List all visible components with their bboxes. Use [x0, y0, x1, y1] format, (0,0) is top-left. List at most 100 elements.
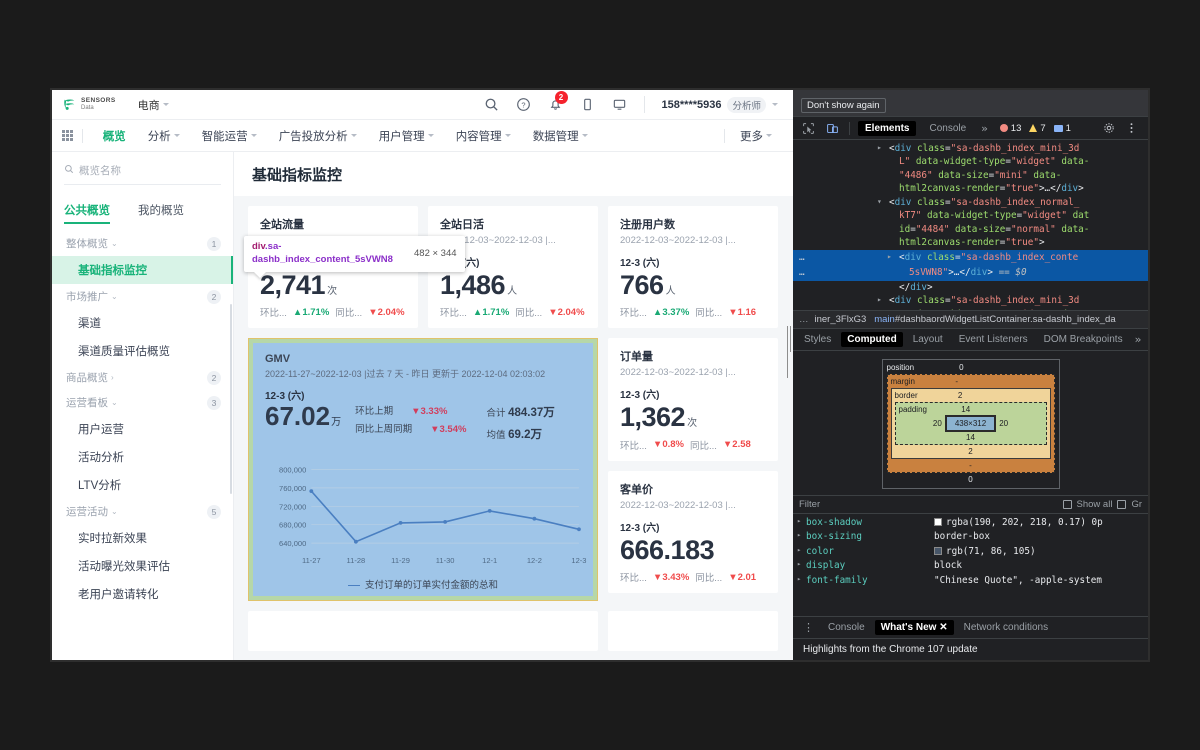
tab-elements[interactable]: Elements — [858, 120, 917, 136]
computed-properties-list[interactable]: ▸ box-shadow rgba(190, 202, 218, 0.17) 0p ▸… — [793, 514, 1148, 588]
computed-property-row[interactable]: ▸ box-shadow rgba(190, 202, 218, 0.17) 0p — [793, 516, 1148, 530]
disclosure-triangle-icon[interactable]: ▸ — [797, 516, 803, 530]
dom-tree[interactable]: ▸ <div class="sa-dashb_index_mini_3d L" da… — [793, 140, 1148, 310]
content-size[interactable]: 438×312 — [944, 415, 997, 432]
widget-partial-right[interactable] — [608, 610, 778, 651]
padding-right[interactable]: 20 — [999, 419, 1008, 428]
disclosure-triangle-icon[interactable]: ▾ — [877, 196, 882, 208]
margin-top[interactable]: - — [955, 377, 958, 386]
user-menu[interactable]: 158****5936 分析师 — [662, 96, 778, 113]
sidebar-item-realtime-acquisition[interactable]: 实时拉新效果 — [52, 524, 233, 552]
tab-event-listeners[interactable]: Event Listeners — [953, 332, 1034, 347]
widget-partial-left[interactable] — [248, 610, 598, 651]
drawer-tab-network-conditions[interactable]: Network conditions — [958, 620, 1054, 635]
sidebar-item-activity-analysis[interactable]: 活动分析 — [52, 443, 233, 471]
metric-card-registrations[interactable]: 注册用户数 2022-12-03~2022-12-03 |... 12-3 (六… — [608, 206, 778, 329]
drawer-tab-whats-new[interactable]: What's New ✕ — [874, 620, 954, 635]
mobile-icon[interactable] — [580, 97, 595, 112]
padding-top[interactable]: 14 — [961, 405, 970, 414]
nav-item-smart-ops[interactable]: 智能运营 — [191, 128, 268, 144]
nav-item-analysis[interactable]: 分析 — [137, 128, 191, 144]
metric-card-orders[interactable]: 订单量 2022-12-03~2022-12-03 |... 12-3 (六) … — [608, 338, 778, 461]
color-swatch-icon[interactable] — [934, 518, 942, 526]
close-icon[interactable]: ✕ — [939, 622, 947, 633]
sidebar-item-basic-metrics[interactable]: 基础指标监控 — [52, 256, 233, 284]
nav-item-user-mgmt[interactable]: 用户管理 — [368, 128, 445, 144]
breadcrumb-overflow[interactable]: … — [799, 314, 809, 325]
search-icon[interactable] — [484, 97, 499, 112]
error-counter[interactable]: 13 — [999, 123, 1021, 134]
metric-card-aov[interactable]: 客单价 2022-12-03~2022-12-03 |... 12-3 (六) … — [608, 470, 778, 594]
nav-item-ad-analysis[interactable]: 广告投放分析 — [268, 128, 368, 144]
color-swatch-icon[interactable] — [934, 546, 942, 555]
show-all-checkbox[interactable] — [1062, 500, 1072, 509]
dom-node-line[interactable]: L" data-widget-type="widget" data- — [793, 155, 1148, 168]
dont-show-again-button[interactable]: Don't show again — [801, 98, 886, 113]
brand-logo[interactable]: SENSORS Data — [62, 97, 116, 112]
sidebar-item-invite-conversion[interactable]: 老用户邀请转化 — [52, 580, 233, 608]
gmv-widget[interactable]: GMV 2022-11-27~2022-12-03 |过去 7 天 - 昨日 更… — [253, 343, 593, 596]
sidebar-scrollbar[interactable] — [230, 304, 232, 494]
tab-layout[interactable]: Layout — [907, 332, 949, 347]
sidebar-item-channel-quality[interactable]: 渠道质量评估概览 — [52, 337, 233, 365]
tab-overflow-icon[interactable]: » — [979, 122, 990, 135]
dom-node-line[interactable]: </div> — [793, 281, 1148, 294]
sidebar-item-user-ops[interactable]: 用户运营 — [52, 415, 233, 443]
dom-node-line[interactable]: id="4484" data-size="normal" data- — [793, 223, 1148, 236]
padding-bottom[interactable]: 14 — [899, 433, 1043, 442]
tab-public-overview[interactable]: 公共概览 — [64, 195, 110, 224]
dom-node-line[interactable]: html2canvas-render="true"> — [793, 236, 1148, 249]
dom-node-line[interactable]: 5sVWN8">…</div> == $0 — [793, 265, 1148, 281]
inspect-element-icon[interactable] — [799, 120, 817, 136]
border-top[interactable]: 2 — [958, 391, 962, 400]
breadcrumb-item-current[interactable]: #dashbaordWidgetListContainer.sa-dashb_i… — [895, 314, 1116, 325]
sidebar-item-exposure-eval[interactable]: 活动曝光效果评估 — [52, 552, 233, 580]
tab-computed[interactable]: Computed — [841, 332, 903, 347]
tab-console[interactable]: Console — [922, 121, 973, 136]
dom-node-line[interactable]: ▸ <div class="sa-dashb_index_mini_3d — [793, 294, 1148, 307]
computed-property-row[interactable]: ▸ color rgb(71, 86, 105) — [793, 545, 1148, 559]
devtools-resize-handle[interactable] — [787, 326, 793, 378]
computed-property-row[interactable]: ▸ font-family "Chinese Quote", -apple-syst… — [793, 574, 1148, 588]
message-counter[interactable]: 1 — [1053, 123, 1071, 134]
search-input[interactable]: 概览名称 — [64, 161, 221, 185]
nav-item-data-mgmt[interactable]: 数据管理 — [522, 128, 599, 144]
sidebar-item-ltv-analysis[interactable]: LTV分析 — [52, 471, 233, 499]
drawer-tab-console[interactable]: Console — [822, 620, 871, 635]
warning-counter[interactable]: 7 — [1029, 123, 1046, 134]
breadcrumb-item-parent[interactable]: iner_3FlxG3 — [815, 314, 867, 325]
dom-node-line[interactable]: html2canvas-render="true">…</div> — [793, 182, 1148, 195]
disclosure-triangle-icon[interactable]: ▸ — [797, 530, 803, 544]
sidebar-group-ops-activity[interactable]: 运营活动 ⌄ 5 — [52, 499, 233, 524]
disclosure-triangle-icon[interactable]: ▸ — [877, 294, 882, 306]
margin-bottom[interactable]: - — [891, 461, 1051, 470]
sub-tab-overflow-icon[interactable]: » — [1133, 333, 1144, 346]
gear-icon[interactable] — [1100, 120, 1118, 136]
dom-node-line[interactable]: ▸ <div class="sa-dashb_index_mini_3d — [793, 142, 1148, 155]
computed-property-row[interactable]: ▸ box-sizing border-box — [793, 530, 1148, 544]
sidebar-group-marketing[interactable]: 市场推广 ⌄ 2 — [52, 284, 233, 309]
dom-node-line[interactable]: ▾ <div class="sa-dashb_index_normal_ — [793, 196, 1148, 209]
dom-node-line[interactable]: "4486" data-size="mini" data- — [793, 169, 1148, 182]
nav-item-more[interactable]: 更多 — [729, 128, 783, 144]
sidebar-group-product[interactable]: 商品概览 › 2 — [52, 365, 233, 390]
tab-dom-breakpoints[interactable]: DOM Breakpoints — [1038, 332, 1129, 347]
position-top[interactable]: 0 — [959, 363, 963, 372]
sidebar-group-overall[interactable]: 整体概览 ⌄ 1 — [52, 231, 233, 256]
drawer-more-icon[interactable]: ⋮ — [799, 621, 818, 634]
group-checkbox[interactable] — [1117, 500, 1127, 509]
tab-my-overview[interactable]: 我的概览 — [138, 195, 184, 224]
sidebar-group-ops-board[interactable]: 运营看板 ⌄ 3 — [52, 390, 233, 415]
more-vertical-icon[interactable] — [1122, 120, 1140, 136]
device-toolbar-icon[interactable] — [823, 120, 841, 136]
disclosure-triangle-icon[interactable]: ▸ — [887, 251, 892, 263]
help-icon[interactable]: ? — [516, 97, 531, 112]
breadcrumb-item-tag[interactable]: main — [874, 314, 895, 325]
disclosure-triangle-icon[interactable]: ▸ — [797, 545, 803, 559]
padding-left[interactable]: 20 — [933, 419, 942, 428]
position-bottom[interactable]: 0 — [887, 475, 1055, 484]
sidebar-item-channel[interactable]: 渠道 — [52, 309, 233, 337]
dom-node-line[interactable]: ▸<div class="sa-dashb_index_conte — [793, 249, 1148, 266]
disclosure-triangle-icon[interactable]: ▸ — [797, 574, 803, 588]
disclosure-triangle-icon[interactable]: ▸ — [797, 559, 803, 573]
